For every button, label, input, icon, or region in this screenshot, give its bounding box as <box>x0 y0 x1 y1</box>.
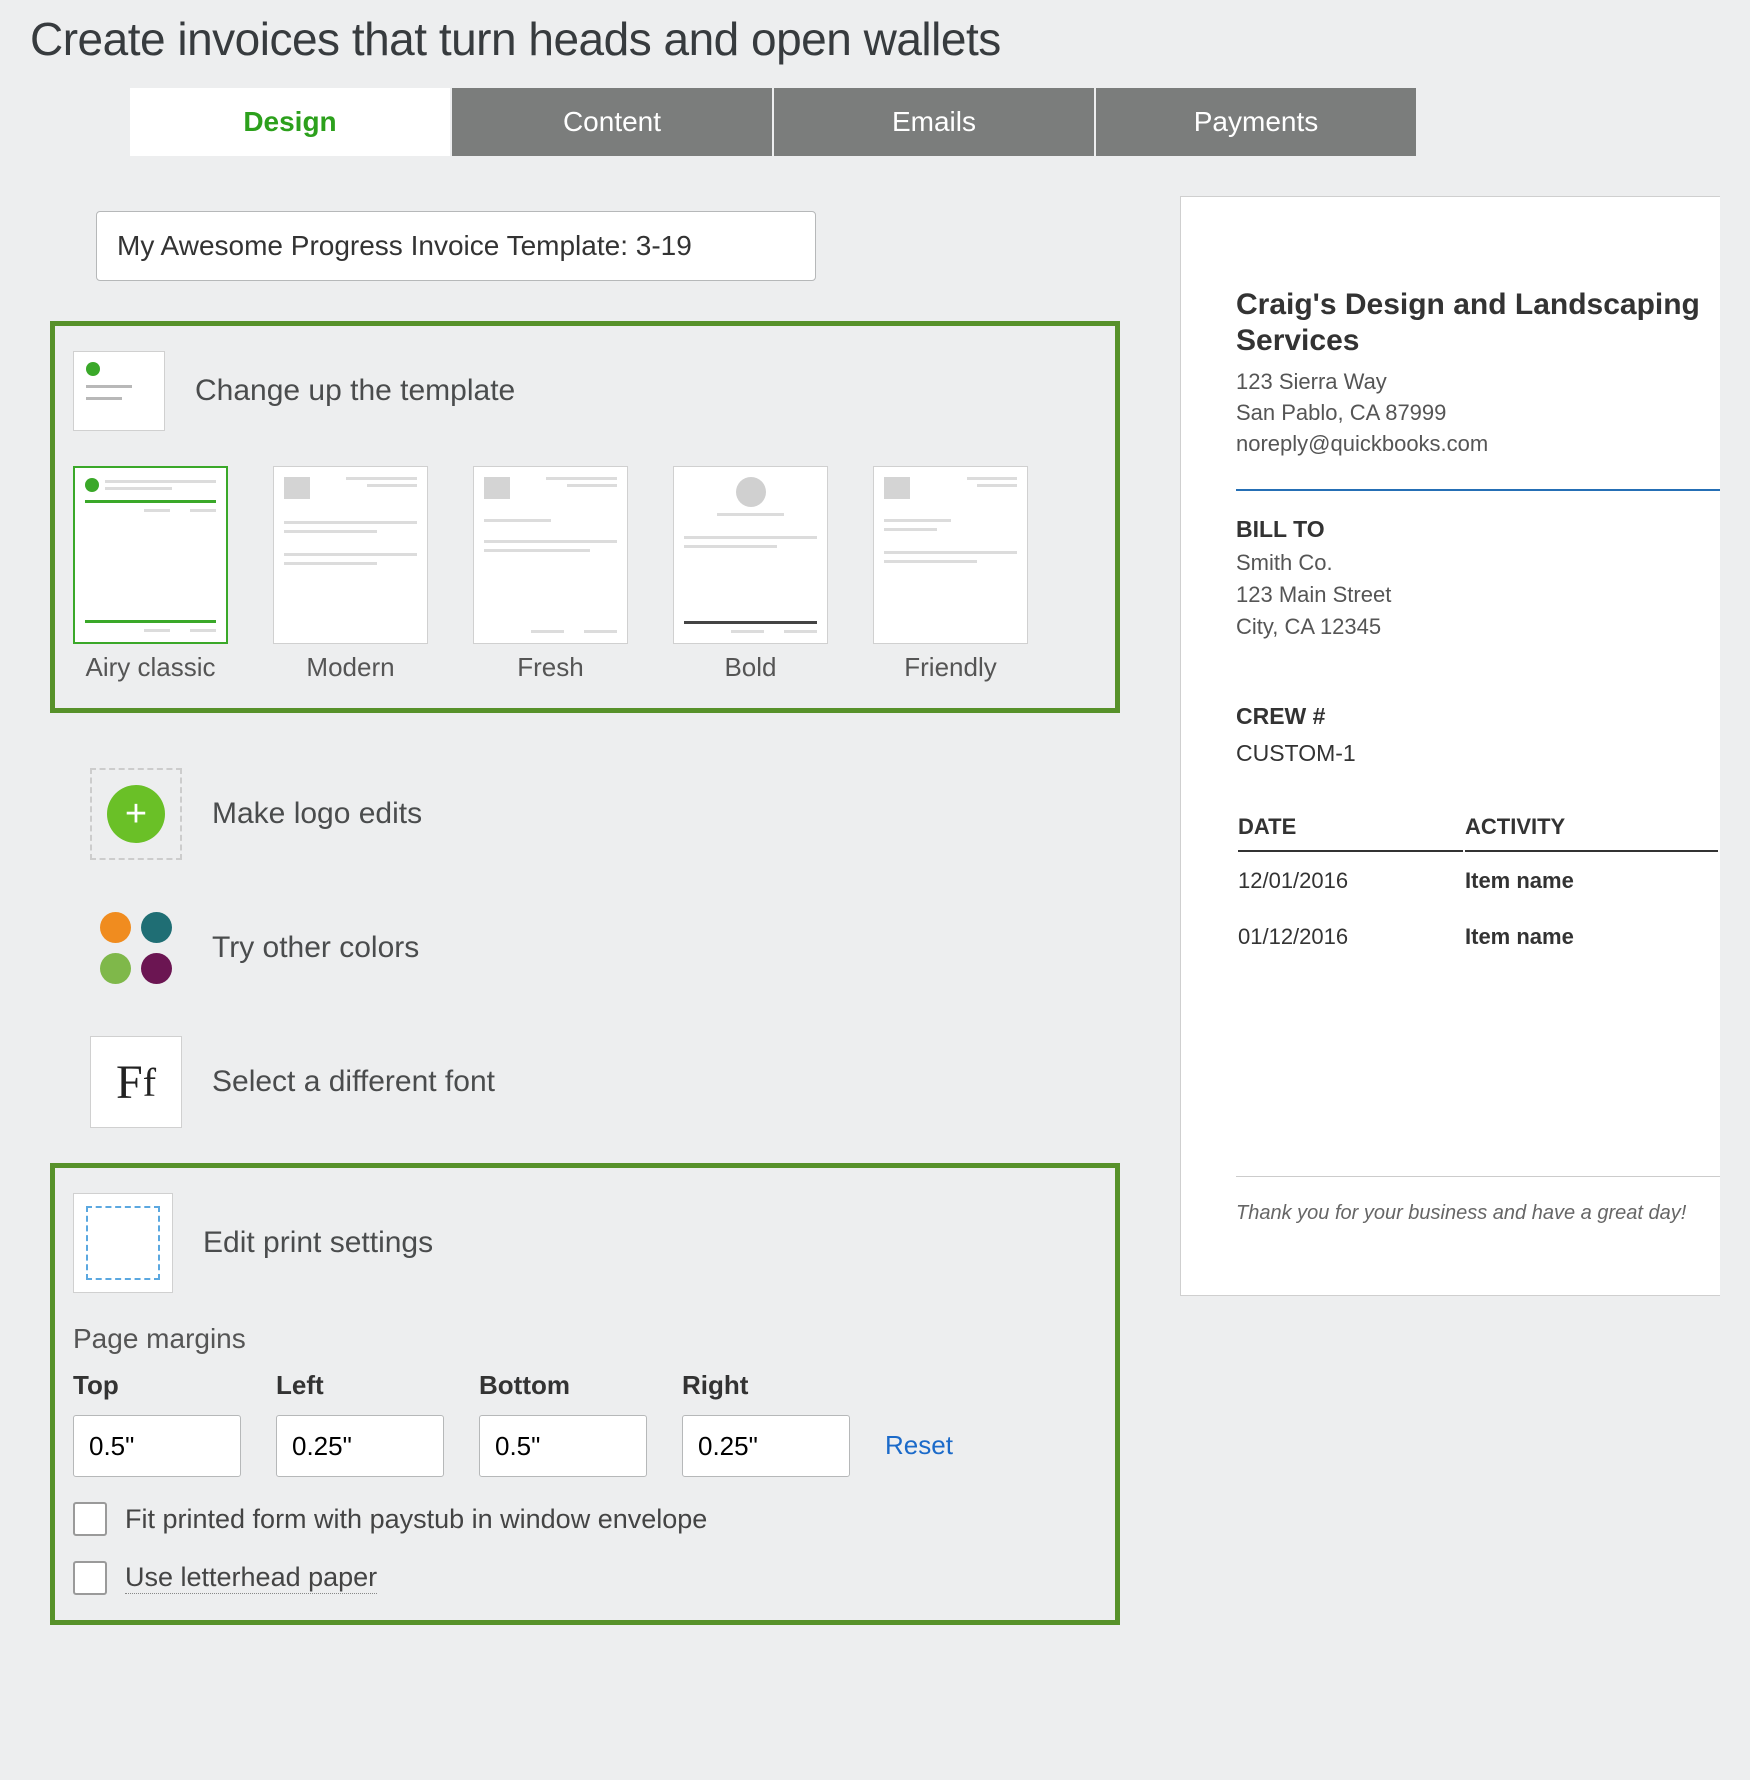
margin-bottom-input[interactable] <box>479 1415 647 1477</box>
margin-right-input[interactable] <box>682 1415 850 1477</box>
crew-label: CREW # <box>1236 703 1720 730</box>
logo-label: Make logo edits <box>212 797 422 831</box>
template-page-icon <box>73 351 165 431</box>
tab-emails[interactable]: Emails <box>774 88 1094 156</box>
colors-label: Try other colors <box>212 931 419 965</box>
preview-table: DATE ACTIVITY 12/01/2016 Item name 01/12… <box>1236 812 1720 966</box>
template-airy-classic[interactable]: Airy classic <box>73 466 228 683</box>
margin-top-input[interactable] <box>73 1415 241 1477</box>
reset-margins-link[interactable]: Reset <box>885 1430 953 1477</box>
fit-envelope-checkbox[interactable] <box>73 1502 107 1536</box>
tab-content[interactable]: Content <box>452 88 772 156</box>
template-friendly[interactable]: Friendly <box>873 466 1028 683</box>
print-label: Edit print settings <box>203 1226 433 1260</box>
tab-design[interactable]: Design <box>130 88 450 156</box>
tabs: Design Content Emails Payments <box>130 88 1750 156</box>
swatch-3 <box>100 953 131 984</box>
section-print-settings: Edit print settings Page margins Top Lef… <box>50 1163 1120 1625</box>
template-name-input[interactable] <box>96 211 816 281</box>
tab-payments[interactable]: Payments <box>1096 88 1416 156</box>
change-template-label: Change up the template <box>195 374 515 408</box>
margin-right-label: Right <box>682 1370 850 1401</box>
swatch-1 <box>100 912 131 943</box>
add-logo-icon[interactable]: + <box>90 768 182 860</box>
template-modern[interactable]: Modern <box>273 466 428 683</box>
template-label: Modern <box>306 652 394 683</box>
template-fresh[interactable]: Fresh <box>473 466 628 683</box>
bill-to-body: Smith Co. 123 Main Street City, CA 12345 <box>1236 547 1720 643</box>
crew-value: CUSTOM-1 <box>1236 740 1720 767</box>
margin-left-input[interactable] <box>276 1415 444 1477</box>
letterhead-label: Use letterhead paper <box>125 1562 377 1594</box>
col-date: DATE <box>1238 814 1463 852</box>
page-title: Create invoices that turn heads and open… <box>0 0 1750 88</box>
template-label: Friendly <box>904 652 996 683</box>
page-margins-label: Page margins <box>73 1323 1097 1355</box>
template-label: Fresh <box>517 652 583 683</box>
section-font[interactable]: Ff Select a different font <box>90 1036 1120 1128</box>
margin-top-label: Top <box>73 1370 241 1401</box>
template-label: Bold <box>724 652 776 683</box>
preview-divider <box>1236 489 1720 491</box>
font-icon: Ff <box>90 1036 182 1128</box>
preview-company-name: Craig's Design and Landscaping Services <box>1236 287 1720 359</box>
template-label: Airy classic <box>85 652 215 683</box>
table-row: 01/12/2016 Item name <box>1238 910 1718 964</box>
font-label: Select a different font <box>212 1065 495 1099</box>
letterhead-checkbox[interactable] <box>73 1561 107 1595</box>
bill-to-label: BILL TO <box>1236 516 1720 543</box>
margin-bottom-label: Bottom <box>479 1370 647 1401</box>
section-logo[interactable]: + Make logo edits <box>90 768 1120 860</box>
print-margins-icon <box>73 1193 173 1293</box>
template-bold[interactable]: Bold <box>673 466 828 683</box>
swatch-4 <box>141 953 172 984</box>
color-swatches-icon <box>90 902 182 994</box>
section-change-template: Change up the template Airy classic Mode <box>50 321 1120 713</box>
preview-address: 123 Sierra Way San Pablo, CA 87999 norep… <box>1236 367 1720 459</box>
section-colors[interactable]: Try other colors <box>90 902 1120 994</box>
preview-thanks: Thank you for your business and have a g… <box>1236 1176 1720 1225</box>
invoice-preview: Craig's Design and Landscaping Services … <box>1180 196 1720 1296</box>
col-activity: ACTIVITY <box>1465 814 1718 852</box>
margin-left-label: Left <box>276 1370 444 1401</box>
swatch-2 <box>141 912 172 943</box>
fit-envelope-label: Fit printed form with paystub in window … <box>125 1504 707 1535</box>
table-row: 12/01/2016 Item name <box>1238 854 1718 908</box>
